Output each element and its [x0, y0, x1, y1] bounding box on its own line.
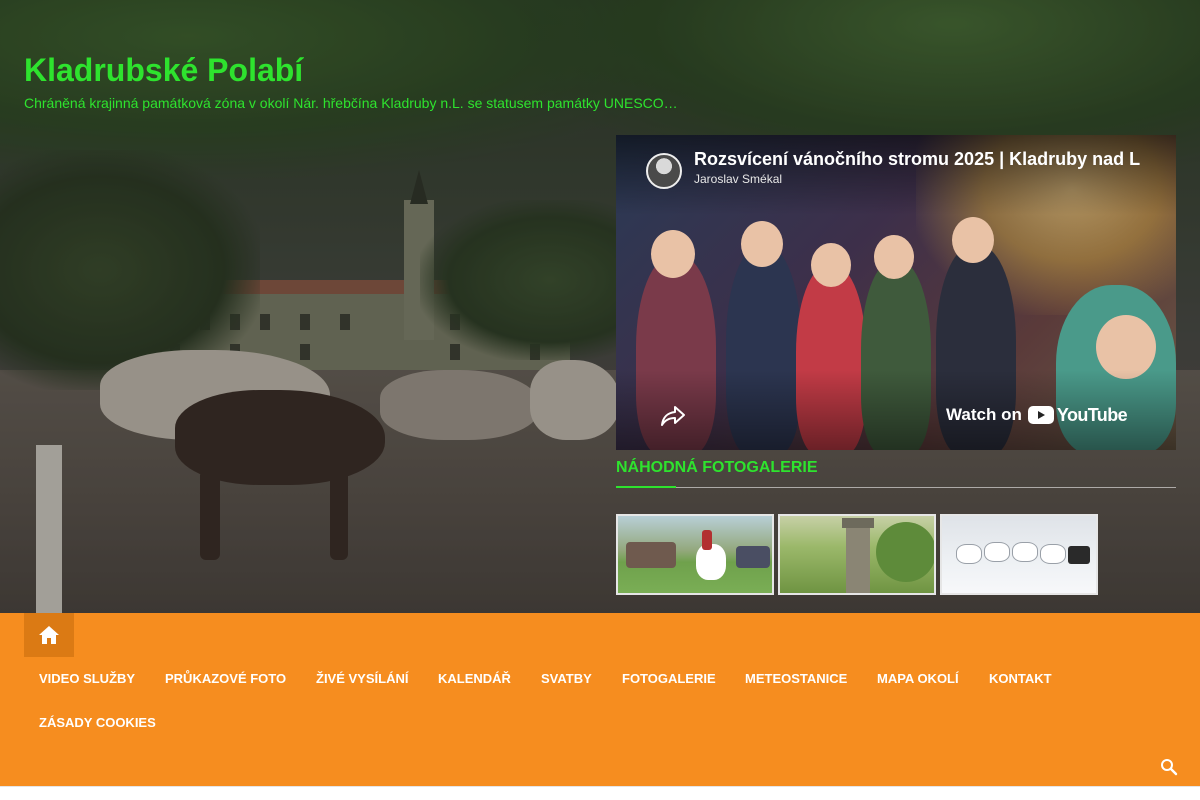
nav-item-mapa-okoli[interactable]: Mapa okolí [877, 671, 959, 686]
video-channel-name[interactable]: Jaroslav Smékal [694, 172, 782, 186]
nav-item-kontakt[interactable]: Kontakt [989, 671, 1052, 686]
white-horse [1012, 542, 1038, 562]
site-title[interactable]: Kladrubské Polabí [24, 52, 303, 89]
stone-monument [846, 520, 870, 593]
child-face [741, 221, 783, 267]
channel-avatar[interactable] [646, 153, 682, 189]
widget-divider-accent [616, 486, 676, 488]
gallery-thumbnail[interactable] [616, 514, 774, 595]
rider [702, 530, 712, 550]
share-button[interactable] [656, 399, 690, 433]
child-face [874, 235, 914, 279]
nav-item-prukazove-foto[interactable]: Průkazové foto [165, 671, 286, 686]
page-content-edge [0, 786, 1200, 800]
share-icon [661, 406, 685, 426]
child-face [952, 217, 994, 263]
youtube-wordmark: YouTube [1056, 404, 1128, 425]
spectators [626, 542, 676, 568]
nav-item-svatby[interactable]: Svatby [541, 671, 592, 686]
youtube-video-embed[interactable]: Rozsvícení vánočního stromu 2025 | Kladr… [616, 135, 1176, 450]
search-icon [1161, 759, 1178, 776]
tree-canopy [876, 522, 934, 582]
white-horse [956, 544, 982, 564]
gallery-thumbnail[interactable] [940, 514, 1098, 595]
nav-item-kalendar[interactable]: Kalendář [438, 671, 511, 686]
widget-divider [616, 487, 1176, 488]
horse-rider [696, 544, 726, 580]
watch-on-youtube-button[interactable]: Watch on YouTube [946, 401, 1128, 429]
white-horse [1040, 544, 1066, 564]
child-face [811, 243, 851, 287]
nav-item-zive-vysilani[interactable]: Živé vysílání [316, 671, 408, 686]
spectators [736, 546, 770, 568]
video-title[interactable]: Rozsvícení vánočního stromu 2025 | Kladr… [694, 149, 1140, 170]
carriage [1068, 546, 1090, 564]
nav-item-video-sluzby[interactable]: Video služby [39, 671, 135, 686]
nav-item-meteostanice[interactable]: Meteostanice [745, 671, 847, 686]
youtube-logo: YouTube [1027, 404, 1128, 426]
site-tagline: Chráněná krajinná památková zóna v okolí… [24, 95, 678, 111]
child-face [651, 230, 695, 278]
home-icon [39, 626, 59, 644]
random-gallery-heading: Náhodná fotogalerie [616, 459, 818, 476]
home-button[interactable] [24, 613, 74, 657]
main-navigation: Video služby Průkazové foto Živé vysílán… [0, 613, 1200, 786]
monument-top [842, 518, 874, 528]
search-button[interactable] [1158, 756, 1180, 778]
watch-on-label: Watch on [946, 405, 1022, 424]
white-horse [984, 542, 1010, 562]
nav-item-zasady-cookies[interactable]: Zásady cookies [39, 715, 156, 730]
gallery-thumbnail[interactable] [778, 514, 936, 595]
nav-item-fotogalerie[interactable]: Fotogalerie [622, 671, 716, 686]
youtube-play-icon [1027, 406, 1054, 424]
